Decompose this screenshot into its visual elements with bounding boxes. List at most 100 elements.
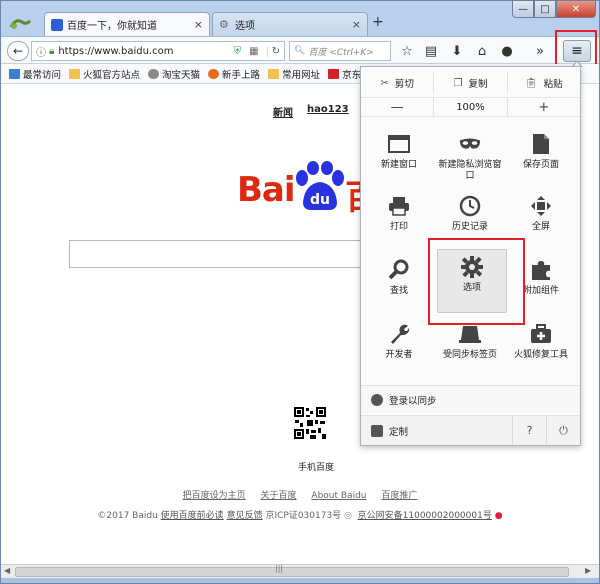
- printer-icon: [388, 195, 410, 217]
- download-icon[interactable]: ⬇: [448, 42, 466, 60]
- tab-title: 百度一下，你就知道: [67, 21, 157, 32]
- info-icon[interactable]: ⓘ: [36, 44, 46, 59]
- new-window-item[interactable]: 新建窗口: [364, 127, 434, 187]
- scroll-left-icon[interactable]: ◀: [4, 566, 10, 575]
- back-button[interactable]: ←: [7, 41, 29, 61]
- options-highlight: [428, 238, 525, 325]
- bookmark-label: 火狐官方站点: [83, 69, 141, 81]
- tab-groups-icon[interactable]: [8, 16, 34, 32]
- globe-icon: [148, 68, 160, 79]
- jd-icon: [328, 68, 340, 79]
- footer-link[interactable]: About Baidu: [311, 491, 366, 501]
- developer-item[interactable]: 开发者: [364, 317, 434, 377]
- footer-link[interactable]: 把百度设为主页: [183, 491, 246, 501]
- tab-close-icon[interactable]: ×: [194, 18, 203, 31]
- copyright-text: ©2017 Baidu: [97, 511, 158, 521]
- minimize-button[interactable]: —: [512, 0, 534, 18]
- customize-button[interactable]: 定制: [389, 424, 408, 438]
- quit-button[interactable]: ⏻: [546, 416, 580, 445]
- cut-label: 剪切: [394, 79, 414, 90]
- print-item[interactable]: 打印: [364, 189, 434, 249]
- menu-item-label: 查找: [389, 286, 408, 296]
- menu-item-label: 新建窗口: [380, 160, 417, 170]
- zoom-in-button[interactable]: +: [508, 98, 580, 116]
- find-item[interactable]: 查找: [364, 253, 434, 313]
- navigation-toolbar: ← ⓘ 🔒︎ https://www.baidu.com ⛨ ▦ ↻ 🔍︎ 百度…: [1, 36, 599, 64]
- home-icon[interactable]: ⌂: [473, 42, 491, 60]
- bookmark-item[interactable]: 淘宝天猫: [148, 67, 200, 81]
- copy-icon: ❐: [453, 77, 463, 89]
- menu-item-label: 保存页面: [522, 160, 559, 170]
- logo-text-left: Bai: [237, 170, 296, 210]
- tab-baidu[interactable]: 百度一下，你就知道 ×: [44, 12, 210, 36]
- star-icon[interactable]: ☆: [398, 42, 416, 60]
- url-bar[interactable]: ⓘ 🔒︎ https://www.baidu.com ⛨ ▦ ↻: [31, 41, 285, 61]
- search-placeholder: 百度 <Ctrl+K>: [308, 47, 374, 58]
- repair-tool-item[interactable]: 火狐修复工具: [506, 317, 576, 377]
- scroll-right-icon[interactable]: ▶: [585, 566, 591, 575]
- beian-link[interactable]: 京公网安备11000002000001号: [358, 511, 492, 521]
- badge-icon: ◎: [344, 511, 352, 521]
- reading-list-icon[interactable]: ▤: [422, 42, 440, 60]
- footer-link[interactable]: 意见反馈: [227, 511, 263, 521]
- qr-code-image: [293, 406, 327, 440]
- search-icon: [388, 259, 410, 281]
- paste-label: 粘贴: [543, 79, 563, 90]
- horizontal-scrollbar[interactable]: ◀ ||| ▶: [1, 564, 599, 578]
- cut-button[interactable]: ✂ 剪切: [361, 73, 435, 93]
- top-links: 新闻 hao123: [273, 104, 363, 119]
- tab-options[interactable]: ⚙ 选项 ×: [212, 12, 368, 36]
- folder-icon: [268, 68, 280, 79]
- bookmark-item[interactable]: 京东: [328, 67, 361, 81]
- footer-link[interactable]: 百度推广: [381, 491, 417, 501]
- sign-in-sync-button[interactable]: 登录以同步: [361, 385, 580, 413]
- menu-item-label: 新建隐私浏览窗口: [438, 160, 502, 181]
- copy-button[interactable]: ❐ 复制: [434, 73, 508, 93]
- footer-link[interactable]: 关于百度: [261, 491, 297, 501]
- menu-item-label: 受同步标签页: [442, 350, 497, 360]
- mask-icon: [459, 133, 481, 155]
- shield-icon[interactable]: ⛨: [234, 46, 242, 57]
- clipboard-icon: 📋︎: [524, 77, 538, 89]
- logo-paw-text: du: [310, 192, 330, 208]
- tab-close-icon[interactable]: ×: [352, 18, 361, 31]
- synced-tabs-item[interactable]: 受同步标签页: [435, 317, 505, 377]
- url-text[interactable]: https://www.baidu.com: [58, 46, 229, 57]
- footer-link[interactable]: 使用百度前必读: [161, 511, 224, 521]
- window-icon: [388, 133, 410, 155]
- search-bar[interactable]: 🔍︎ 百度 <Ctrl+K>: [289, 41, 391, 61]
- maximize-button[interactable]: □: [534, 0, 556, 18]
- zoom-controls: — 100% +: [361, 97, 580, 117]
- tab-title: 选项: [235, 21, 255, 32]
- copy-label: 复制: [468, 79, 488, 90]
- icp-text: 京ICP证030173号: [265, 511, 342, 521]
- bookmark-item[interactable]: 常用网址: [268, 67, 320, 81]
- scrollbar-thumb[interactable]: [15, 567, 569, 577]
- news-link[interactable]: 新闻: [273, 104, 293, 119]
- bookmark-label: 最常访问: [23, 69, 62, 81]
- help-button[interactable]: ?: [512, 416, 546, 445]
- save-page-item[interactable]: 保存页面: [506, 127, 576, 187]
- chat-icon[interactable]: ●: [498, 42, 516, 60]
- search-engine-icon[interactable]: 🔍︎: [294, 46, 305, 56]
- paste-button[interactable]: 📋︎ 粘贴: [508, 73, 580, 93]
- bookmark-item[interactable]: 火狐官方站点: [69, 67, 140, 81]
- baidu-paw-icon: du: [296, 161, 344, 210]
- zoom-reset-button[interactable]: 100%: [434, 98, 508, 116]
- zoom-out-button[interactable]: —: [361, 98, 435, 116]
- hao123-link[interactable]: hao123: [307, 104, 349, 119]
- fullscreen-icon: [530, 195, 552, 217]
- private-window-item[interactable]: 新建隐私浏览窗口: [435, 127, 505, 187]
- reload-icon[interactable]: ↻: [266, 45, 280, 57]
- new-tab-button[interactable]: +: [372, 14, 384, 30]
- customize-icon[interactable]: [371, 424, 383, 437]
- qr-icon[interactable]: ▦: [249, 46, 258, 57]
- overflow-icon[interactable]: »: [531, 42, 549, 60]
- menu-item-label: 打印: [389, 222, 408, 232]
- baidu-search-input[interactable]: [69, 240, 369, 268]
- bookmark-item[interactable]: 新手上路: [208, 67, 260, 81]
- menu-item-label: 全屏: [531, 222, 550, 232]
- bookmark-item[interactable]: 最常访问: [9, 67, 61, 81]
- sync-icon: [371, 393, 383, 406]
- close-window-button[interactable]: ✕: [556, 0, 596, 18]
